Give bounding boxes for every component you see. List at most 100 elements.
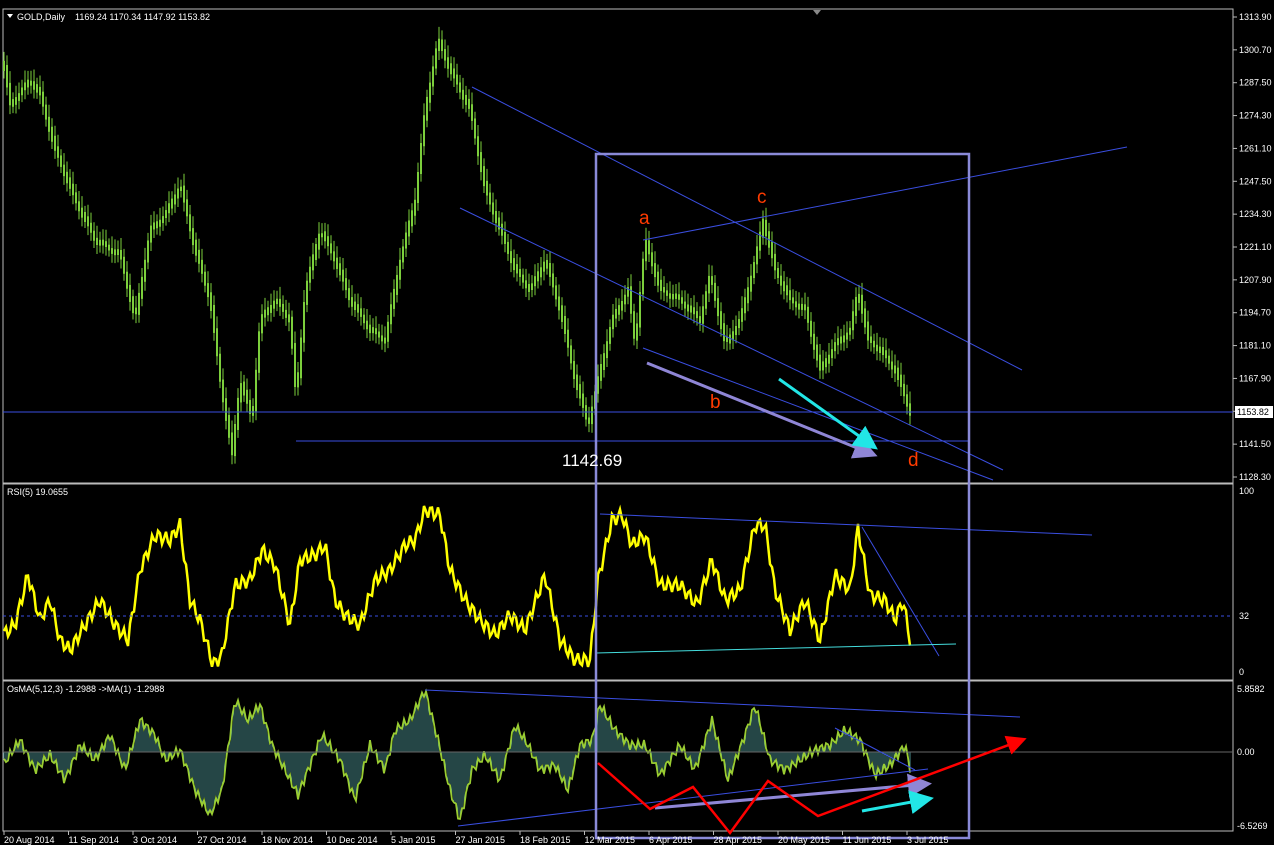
osma-bar [193, 752, 195, 787]
candle-body [39, 86, 41, 96]
price-tick-label: 1247.50 [1239, 176, 1272, 186]
candle-body [447, 57, 449, 69]
candle-body [540, 267, 542, 278]
rsi-trendline-bottom[interactable] [595, 643, 957, 654]
arrow-cyan-osma[interactable] [861, 790, 934, 815]
candle-body [9, 82, 11, 106]
trendline-lower[interactable] [642, 347, 994, 481]
candle-body [108, 244, 110, 251]
osma-bar [501, 752, 503, 770]
osma-bar [407, 723, 409, 752]
candle-body [831, 349, 833, 359]
osma-bar [211, 752, 213, 815]
candle-body [633, 311, 635, 339]
osma-bar [213, 752, 215, 808]
candle-body [762, 218, 764, 238]
trendline-ac[interactable] [642, 146, 1128, 241]
candle-body [408, 220, 410, 237]
price-tick-label: 1300.70 [1239, 45, 1272, 55]
gold-daily-chart[interactable]: a b c d 1142.69 GOLD,Daily 1169.24 1170.… [0, 0, 1274, 845]
candle-body [651, 252, 653, 267]
candle-body [561, 305, 563, 322]
rsi-tick-label: 0 [1239, 667, 1244, 677]
osma-bar [583, 748, 585, 752]
candle-body [492, 202, 494, 215]
osma-bar [423, 696, 425, 752]
arrow-purple-price[interactable] [646, 361, 878, 459]
candle-body [852, 311, 854, 331]
candle-body [711, 276, 713, 285]
candle-body [396, 274, 398, 295]
candle-body [567, 329, 569, 348]
candle-body [243, 381, 245, 396]
time-tick-label: 6 Apr 2015 [649, 835, 693, 845]
candle-body [828, 354, 830, 364]
candle-body [465, 94, 467, 105]
candle-body [564, 316, 566, 335]
price-tick-label: 1287.50 [1239, 78, 1272, 88]
scroll-marker-icon[interactable] [813, 10, 821, 15]
osma-bar [263, 723, 265, 752]
osma-trendline-top[interactable] [424, 689, 1021, 718]
osma-bar [185, 752, 187, 765]
candle-body [234, 423, 236, 457]
candle-body [486, 180, 488, 196]
osma-bar [467, 752, 469, 785]
osma-bar [459, 752, 461, 819]
candle-body [318, 233, 320, 250]
candle-body [516, 264, 518, 274]
osma-bar [425, 691, 427, 752]
osma-bar [461, 752, 463, 809]
dropdown-triangle-icon[interactable] [7, 14, 13, 18]
candle-body [861, 294, 863, 314]
osma-trendline-bottom[interactable] [457, 768, 929, 827]
candle-body [849, 327, 851, 335]
osma-bar [195, 752, 197, 797]
trendline-upper[interactable] [471, 86, 1023, 371]
osma-bar [345, 752, 347, 774]
candle-body [864, 308, 866, 328]
price-tick-label: 1167.90 [1239, 373, 1271, 383]
osma-bar [655, 752, 657, 763]
candle-body [783, 281, 785, 292]
candle-body [693, 307, 695, 315]
rsi-line [2, 504, 912, 668]
candle-body [30, 80, 32, 86]
osma-bar [411, 719, 413, 752]
rsi-trendline-down[interactable] [861, 526, 940, 657]
candle-body [666, 290, 668, 296]
candle-body [789, 290, 791, 301]
candle-body [894, 365, 896, 374]
osma-bar [429, 714, 431, 752]
candle-body [474, 118, 476, 139]
candle-body [54, 135, 56, 151]
osma-bar [299, 752, 301, 790]
candle-body [18, 93, 20, 101]
candle-body [795, 301, 797, 308]
candle-body [648, 240, 650, 255]
candle-body [399, 259, 401, 280]
candle-body [192, 228, 194, 246]
candle-body [654, 263, 656, 278]
current-price-value: 1153.82 [1237, 407, 1269, 417]
candle-body [225, 398, 227, 421]
candle-body [897, 367, 899, 381]
trendline-middle[interactable] [459, 207, 1004, 471]
candle-body [69, 177, 71, 189]
candle-body [600, 364, 602, 381]
osma-bar [513, 728, 515, 752]
osma-bar [781, 752, 783, 766]
candle-body [144, 259, 146, 282]
candle-body [180, 186, 182, 192]
candle-body [720, 311, 722, 330]
rsi-trendline-top[interactable] [599, 513, 1093, 536]
candle-body [126, 271, 128, 289]
symbol-label: GOLD,Daily [17, 12, 66, 22]
candle-body [606, 341, 608, 359]
candle-body [747, 287, 749, 304]
candle-body [882, 347, 884, 356]
candle-body [579, 384, 581, 399]
candle-body [60, 155, 62, 167]
candle-body [441, 39, 443, 52]
candle-body [219, 353, 221, 382]
